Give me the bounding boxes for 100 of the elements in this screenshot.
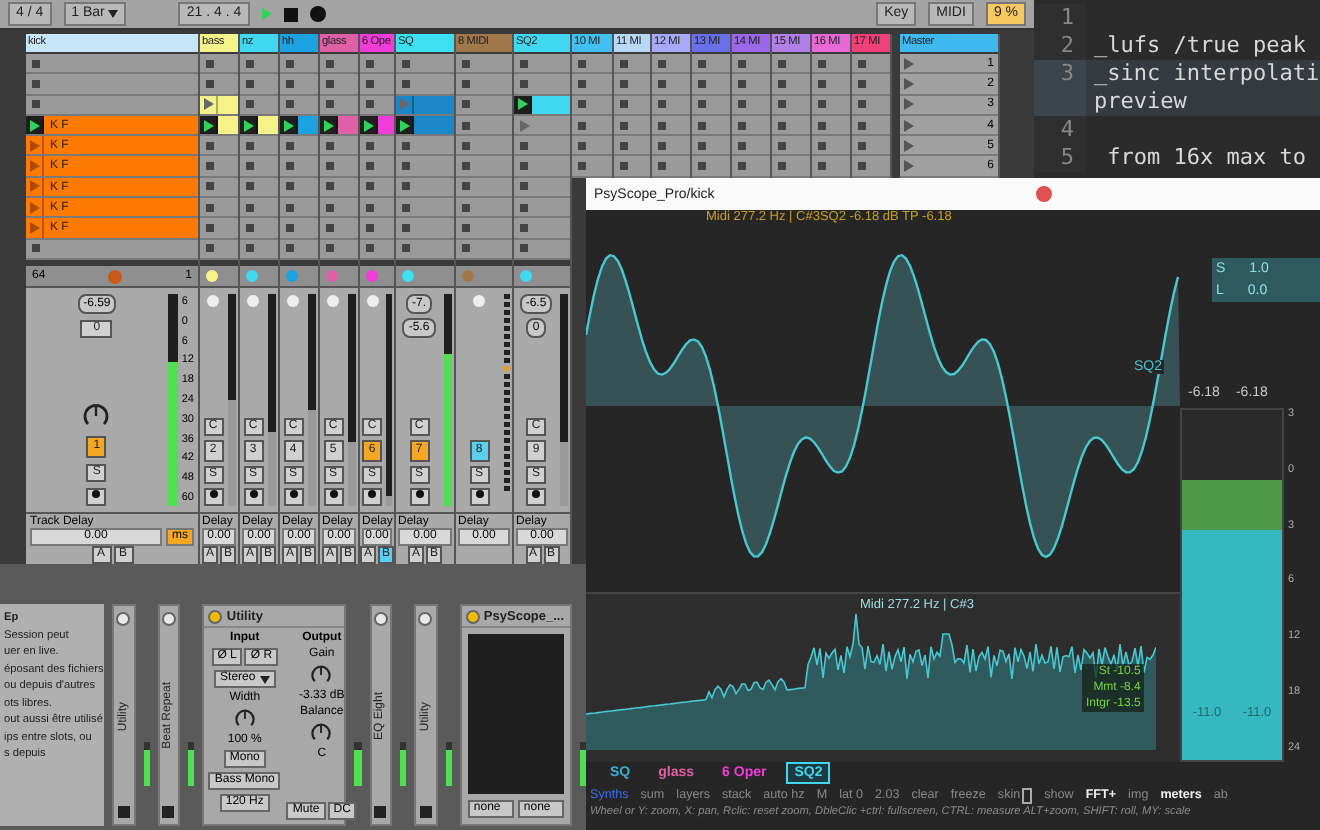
clip-slot[interactable] — [572, 74, 612, 96]
clip[interactable] — [200, 115, 238, 137]
clip-slot[interactable] — [240, 239, 278, 260]
clip-slot[interactable] — [200, 74, 238, 96]
clip-slot[interactable] — [456, 239, 512, 260]
clip-slot[interactable] — [240, 156, 278, 178]
clip-slot[interactable] — [572, 136, 612, 157]
clip-slot[interactable] — [852, 136, 890, 157]
clip-slot[interactable] — [812, 95, 850, 116]
clip-slot[interactable] — [456, 115, 512, 137]
clip-slot[interactable] — [456, 54, 512, 75]
clip-slot[interactable] — [652, 156, 690, 178]
clip-slot[interactable] — [200, 136, 238, 157]
clip-slot[interactable] — [812, 74, 850, 96]
clip-slot[interactable] — [572, 156, 612, 178]
clip-slot[interactable] — [240, 74, 278, 96]
clip-slot[interactable] — [692, 136, 730, 157]
clip-slot[interactable] — [614, 115, 650, 137]
save-icon[interactable] — [374, 805, 387, 818]
clip-slot[interactable] — [320, 74, 358, 96]
clip-slot[interactable] — [514, 218, 570, 240]
clip-slot[interactable] — [812, 54, 850, 75]
clip-slot[interactable] — [26, 74, 198, 96]
clip-slot[interactable] — [396, 156, 454, 178]
clip-slot[interactable] — [772, 156, 810, 178]
checkbox[interactable] — [1022, 787, 1033, 803]
close-icon[interactable] — [1036, 186, 1052, 202]
clip-slot[interactable] — [652, 74, 690, 96]
clip-slot[interactable] — [280, 239, 318, 260]
clip-slot[interactable] — [732, 74, 770, 96]
clip-slot[interactable] — [360, 177, 394, 199]
clip-slot[interactable] — [320, 239, 358, 260]
clip[interactable] — [514, 95, 570, 116]
record-button[interactable] — [86, 488, 107, 506]
clip-slot[interactable] — [396, 177, 454, 199]
clip-slot[interactable] — [852, 74, 890, 96]
clip[interactable] — [240, 115, 278, 137]
clip-slot[interactable] — [772, 74, 810, 96]
track-activator-icon[interactable] — [206, 294, 220, 308]
clip-slot[interactable] — [772, 136, 810, 157]
clip-slot[interactable] — [514, 239, 570, 260]
save-icon[interactable] — [162, 805, 175, 818]
clip-slot[interactable] — [280, 218, 318, 240]
track-activator-icon[interactable] — [326, 294, 340, 308]
clip-slot[interactable] — [320, 218, 358, 240]
record-button[interactable] — [362, 488, 382, 506]
clip-slot[interactable] — [812, 136, 850, 157]
clip-slot[interactable] — [240, 198, 278, 219]
caret-icon[interactable] — [108, 10, 119, 18]
clip-slot[interactable] — [360, 54, 394, 75]
clip-slot[interactable] — [692, 54, 730, 75]
record-button[interactable] — [243, 488, 263, 506]
clip-slot[interactable] — [652, 95, 690, 116]
clip-slot[interactable] — [614, 95, 650, 116]
track-activator-icon[interactable] — [286, 294, 300, 308]
pan-knob-icon[interactable] — [206, 270, 218, 282]
clip-slot[interactable] — [456, 74, 512, 96]
clip-slot[interactable] — [514, 177, 570, 199]
clip-slot[interactable] — [26, 95, 198, 116]
caret-icon[interactable] — [259, 675, 270, 683]
clip-slot[interactable] — [320, 198, 358, 219]
clip-slot[interactable] — [320, 177, 358, 199]
clip-slot[interactable] — [320, 156, 358, 178]
device-activator[interactable] — [373, 612, 388, 626]
clip-slot[interactable] — [360, 156, 394, 178]
clip-slot[interactable] — [772, 54, 810, 75]
clip-slot[interactable] — [360, 218, 394, 240]
record-button[interactable] — [526, 488, 546, 506]
clip-slot[interactable] — [396, 218, 454, 240]
record-button[interactable] — [283, 488, 303, 506]
clip-slot[interactable] — [360, 95, 394, 116]
play-icon[interactable] — [243, 119, 253, 132]
clip-slot[interactable] — [692, 156, 730, 178]
clip-slot[interactable] — [514, 115, 570, 137]
clip-slot[interactable] — [572, 54, 612, 75]
stop-icon[interactable] — [283, 7, 298, 21]
pan-knob-icon[interactable] — [520, 270, 532, 282]
clip-slot[interactable] — [652, 136, 690, 157]
save-icon[interactable] — [117, 805, 130, 818]
clip-slot[interactable] — [320, 136, 358, 157]
clip-slot[interactable] — [200, 156, 238, 178]
clip-slot[interactable] — [280, 74, 318, 96]
clip-slot[interactable] — [280, 136, 318, 157]
clip[interactable] — [200, 95, 238, 116]
clip-slot[interactable] — [514, 136, 570, 157]
clip-slot[interactable] — [320, 95, 358, 116]
clip-slot[interactable] — [456, 136, 512, 157]
clip-slot[interactable] — [772, 115, 810, 137]
clip-slot[interactable] — [572, 115, 612, 137]
clip-slot[interactable] — [514, 198, 570, 219]
clip-slot[interactable] — [200, 177, 238, 199]
clip-slot[interactable] — [692, 115, 730, 137]
record-button[interactable] — [203, 488, 223, 506]
clip-slot[interactable] — [732, 115, 770, 137]
clip-slot[interactable] — [26, 54, 198, 75]
clip-slot[interactable] — [614, 54, 650, 75]
clip-slot[interactable] — [240, 54, 278, 75]
clip-slot[interactable] — [280, 177, 318, 199]
clip-slot[interactable] — [572, 95, 612, 116]
clip-slot[interactable] — [200, 218, 238, 240]
